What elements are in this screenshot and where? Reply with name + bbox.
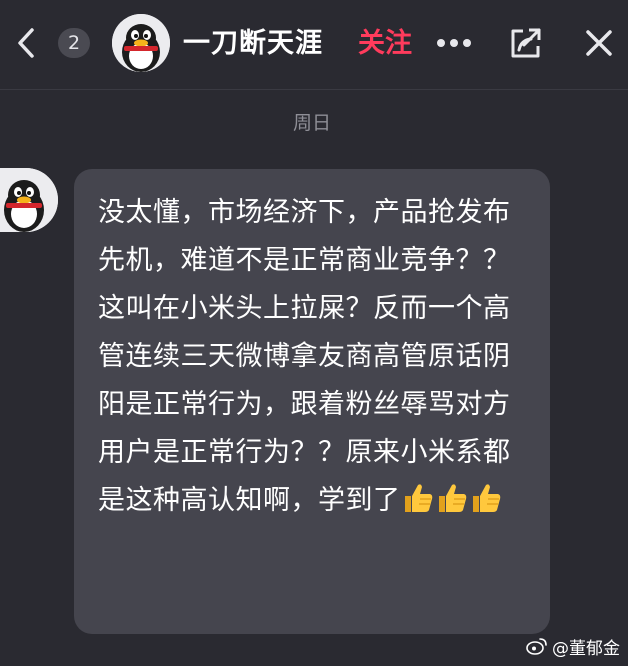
back-chevron-icon	[18, 28, 34, 58]
message-text-container: 没太懂，市场经济下，产品抢发布先机，难道不是正常商业竞争？？这叫在小米头上拉屎？…	[98, 189, 530, 531]
close-icon	[586, 30, 612, 56]
unread-badge: 2	[58, 28, 90, 58]
thumbs-up-emoji	[435, 481, 469, 531]
follow-button[interactable]: 关注	[358, 22, 412, 66]
back-button[interactable]	[8, 24, 44, 62]
close-button[interactable]	[578, 22, 620, 64]
contact-avatar[interactable]	[112, 14, 170, 72]
message-bubble[interactable]: 没太懂，市场经济下，产品抢发布先机，难道不是正常商业竞争？？这叫在小米头上拉屎？…	[74, 169, 550, 634]
chat-screen: 2 一刀断天涯 关注 周日 没太懂，市场经济下，产品抢发布先机，难道不是正常商业…	[0, 0, 628, 666]
penguin-avatar	[112, 14, 170, 72]
sender-avatar[interactable]	[0, 168, 58, 232]
chat-header: 2 一刀断天涯 关注	[0, 0, 628, 90]
thumbs-up-emoji	[401, 481, 435, 531]
share-icon	[511, 28, 541, 58]
more-dots-icon	[437, 39, 471, 47]
weibo-logo-icon	[526, 638, 547, 655]
penguin-avatar	[0, 168, 58, 232]
message-text: 没太懂，市场经济下，产品抢发布先机，难道不是正常商业竞争？？这叫在小米头上拉屎？…	[98, 197, 511, 516]
contact-name[interactable]: 一刀断天涯	[183, 22, 323, 66]
thumbs-up-emoji	[469, 481, 503, 531]
more-button[interactable]	[434, 26, 474, 60]
watermark-text: @董郁金	[552, 638, 620, 659]
watermark: @董郁金	[526, 634, 620, 659]
date-divider: 周日	[292, 112, 331, 134]
share-button[interactable]	[506, 22, 546, 64]
